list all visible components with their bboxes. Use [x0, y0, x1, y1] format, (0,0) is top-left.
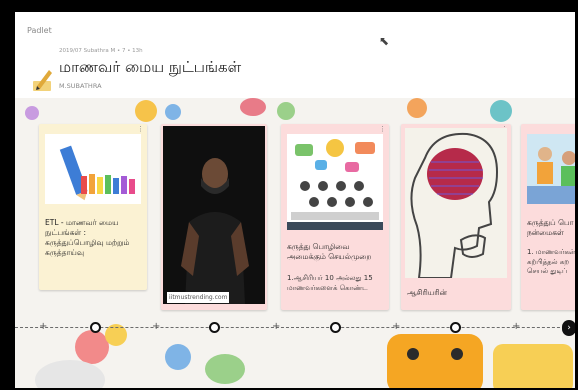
wallpaper-shape — [205, 354, 245, 384]
card-body: 1.ஆசிரியர் 10 அல்லது 15 மாணவர்களைக் கொண்… — [287, 274, 373, 292]
card-title: ஆசிரியரின் — [407, 288, 447, 297]
card-title: கருத்து பொழிவை அமைக்கும் செயல்முறை — [287, 242, 372, 261]
padlet-window: Padlet ⬉ 2019/07 Subathra M • 7 • 13h மா… — [15, 12, 575, 388]
timeline-node[interactable] — [450, 322, 461, 333]
wallpaper-shape — [25, 106, 39, 120]
pencils-image — [45, 134, 141, 204]
source-link[interactable]: iitmustrending.com — [167, 292, 230, 303]
timeline-track: + + + + + › — [15, 320, 575, 336]
thinking-head-image — [405, 128, 507, 278]
post-card[interactable]: ⋮ ETL - மாணவர் மைய நுட்பங்கள் : கருத்துப… — [39, 124, 147, 290]
wallpaper-shape — [165, 104, 181, 120]
brand-label[interactable]: Padlet — [27, 26, 52, 35]
timeline-canvas: ⋮ ETL - மாணவர் மைய நுட்பங்கள் : கருத்துப… — [15, 98, 575, 388]
chevron-right-icon[interactable]: › — [562, 320, 575, 336]
more-vertical-icon[interactable]: ⋮ — [379, 125, 386, 133]
wallpaper-shape — [493, 344, 573, 388]
wallpaper-shape — [165, 344, 191, 370]
author-name: M.SUBATHRA — [59, 82, 102, 90]
card-body: 1. மாணவர்கள் கற்பித்தல் கற செயல் துடிப் — [527, 248, 575, 275]
wallpaper-shape — [35, 360, 105, 388]
wallpaper-shape — [240, 98, 266, 116]
wallpaper-shape — [451, 348, 463, 360]
speaker-photo — [163, 126, 265, 304]
timeline-node[interactable] — [209, 322, 220, 333]
page-title: மாணவர் மைய நுட்பங்கள் — [59, 58, 242, 76]
wallpaper-shape — [387, 334, 483, 388]
wallpaper-shape — [277, 102, 295, 120]
pencil-note-icon — [33, 70, 52, 91]
wallpaper-shape — [407, 348, 419, 360]
post-meta: 2019/07 Subathra M • 7 • 13h — [59, 48, 143, 54]
wallpaper-shape — [407, 98, 427, 118]
post-card[interactable]: ⋮ கருத்து பொழிவை அமைக்கும் செயல்முறை 1.ஆ… — [281, 124, 389, 310]
more-vertical-icon[interactable]: ⋮ — [137, 125, 144, 133]
plus-icon[interactable]: + — [392, 320, 400, 334]
timeline-node[interactable] — [90, 322, 101, 333]
post-card[interactable]: கருத்துப் பொ நன்மைகள் 1. மாணவர்கள் கற்பி… — [521, 124, 575, 310]
card-title: ETL - மாணவர் மைய நுட்பங்கள் : கருத்துப்ப… — [45, 218, 130, 257]
post-card[interactable]: ⋮ iitmustrending.com — [161, 124, 267, 310]
card-title: கருத்துப் பொ நன்மைகள் — [527, 218, 574, 237]
post-card[interactable]: ⋮ ஆசிரியரின் — [401, 124, 511, 310]
timeline-node[interactable] — [330, 322, 341, 333]
plus-icon[interactable]: + — [152, 320, 160, 334]
top-bar: Padlet ⬉ — [15, 12, 575, 48]
mouse-cursor-icon: ⬉ — [379, 34, 390, 48]
wallpaper-shape — [135, 100, 157, 122]
brainstorm-image — [287, 134, 383, 230]
wallpaper-shape — [490, 100, 512, 122]
plus-icon[interactable]: + — [512, 320, 520, 334]
classroom-image — [527, 134, 575, 204]
plus-icon[interactable]: + — [272, 320, 280, 334]
plus-icon[interactable]: + — [39, 320, 47, 334]
